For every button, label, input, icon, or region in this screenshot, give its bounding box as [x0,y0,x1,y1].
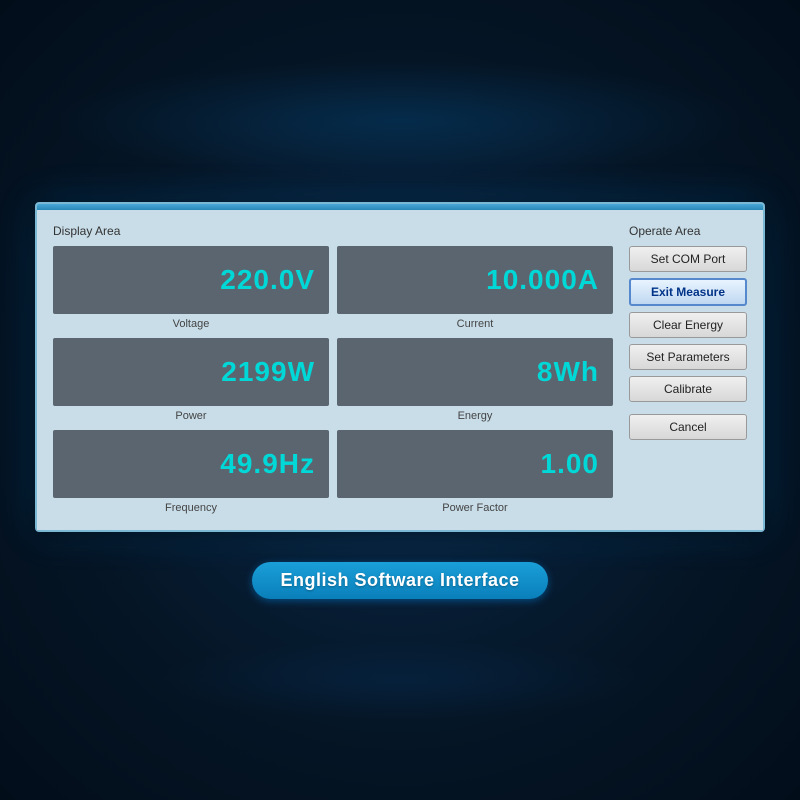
operate-area-label: Operate Area [629,224,747,238]
clear-energy-button[interactable]: Clear Energy [629,312,747,338]
power-label: Power [175,410,206,422]
button-group: Set COM Port Exit Measure Clear Energy S… [629,246,747,440]
power-value: 2199W [221,356,315,388]
current-value: 10.000A [486,264,599,296]
voltage-label: Voltage [173,318,210,330]
current-display: 10.000A [337,246,613,314]
footer-label: English Software Interface [252,562,547,599]
frequency-display: 49.9Hz [53,430,329,498]
display-area: Display Area 220.0V Voltage 10.000A Curr… [53,224,613,514]
frequency-value: 49.9Hz [220,448,315,480]
voltage-cell: 220.0V Voltage [53,246,329,330]
calibrate-button[interactable]: Calibrate [629,376,747,402]
power-factor-label: Power Factor [442,502,507,514]
main-window: Display Area 220.0V Voltage 10.000A Curr… [35,202,765,532]
window-body: Display Area 220.0V Voltage 10.000A Curr… [37,210,763,530]
frequency-cell: 49.9Hz Frequency [53,430,329,514]
footer-container: English Software Interface [252,562,547,599]
set-parameters-button[interactable]: Set Parameters [629,344,747,370]
current-cell: 10.000A Current [337,246,613,330]
frequency-label: Frequency [165,502,217,514]
energy-display: 8Wh [337,338,613,406]
energy-label: Energy [458,410,493,422]
power-cell: 2199W Power [53,338,329,422]
cancel-button[interactable]: Cancel [629,414,747,440]
current-label: Current [457,318,494,330]
voltage-display: 220.0V [53,246,329,314]
power-factor-display: 1.00 [337,430,613,498]
meters-grid: 220.0V Voltage 10.000A Current 2199W [53,246,613,514]
power-factor-cell: 1.00 Power Factor [337,430,613,514]
power-display: 2199W [53,338,329,406]
exit-measure-button[interactable]: Exit Measure [629,278,747,306]
voltage-value: 220.0V [220,264,315,296]
power-factor-value: 1.00 [541,448,600,480]
set-com-port-button[interactable]: Set COM Port [629,246,747,272]
energy-cell: 8Wh Energy [337,338,613,422]
operate-area: Operate Area Set COM Port Exit Measure C… [629,224,747,514]
energy-value: 8Wh [537,356,599,388]
display-area-label: Display Area [53,224,613,238]
